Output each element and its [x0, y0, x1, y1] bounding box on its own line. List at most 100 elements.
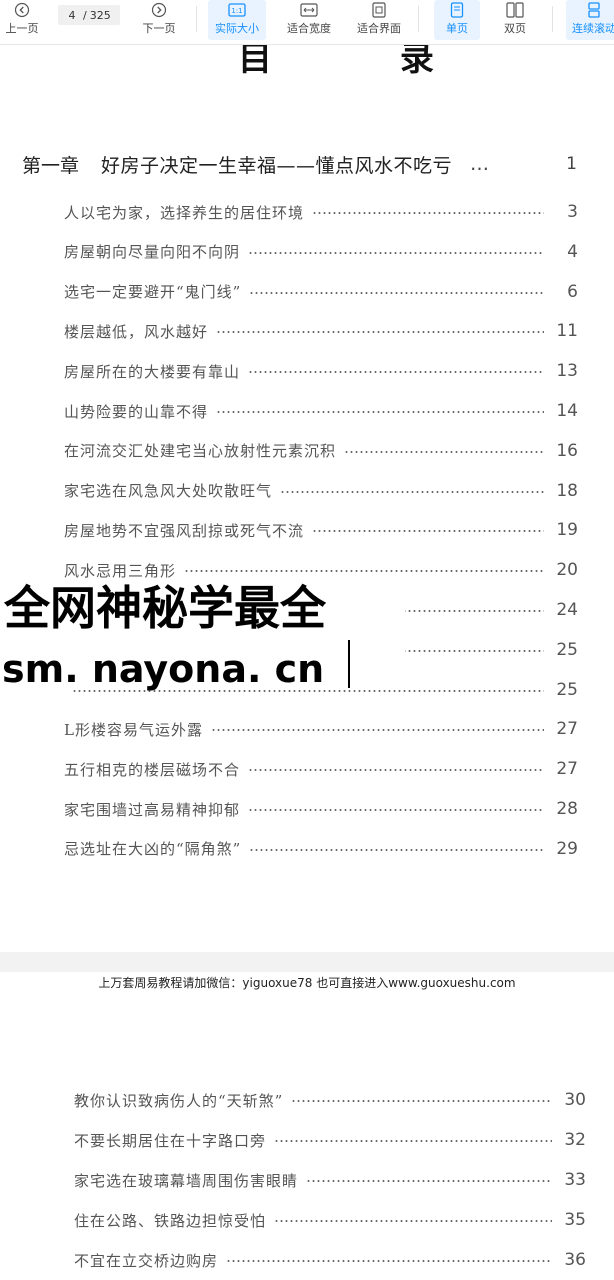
toc-entry[interactable]: 家宅选在风急风大处吹散旺气 18: [64, 480, 578, 502]
toc-page-number: 3: [567, 202, 578, 222]
fit-page-icon: [371, 0, 387, 20]
toc-dot-leader: [248, 809, 544, 811]
page-separator: /: [83, 8, 87, 22]
single-page-button[interactable]: 单页: [434, 0, 480, 40]
toc-dot-leader: [210, 729, 544, 732]
toc-entry[interactable]: 风水忌用三角形 20: [64, 559, 578, 581]
one-to-one-icon: 1:1: [228, 0, 246, 20]
toc-dot-leader: [249, 848, 544, 851]
toc-dot-leader: [249, 291, 544, 294]
toc-page-number: 19: [556, 520, 578, 541]
text-cursor: [348, 640, 350, 688]
page-title: 目 录: [238, 39, 492, 79]
toc-entry-title: 风水忌用三角形: [64, 561, 177, 580]
toc-page-number: 35: [564, 1210, 586, 1230]
toc-entry-title: 住在公路、铁路边担惊受怕: [74, 1211, 267, 1230]
double-page-icon: [506, 0, 524, 20]
toc-entry[interactable]: 房屋地势不宜强风刮掠或死气不流 19: [64, 519, 578, 541]
svg-text:1:1: 1:1: [231, 7, 242, 15]
page-number-input[interactable]: [64, 8, 80, 22]
continuous-scroll-button[interactable]: 连续滚动: [566, 0, 614, 40]
toc-entry[interactable]: 家宅围墙过高易精神抑郁 28: [64, 798, 578, 820]
toc-entry[interactable]: 选宅一定要避开“鬼门线” 6: [64, 281, 578, 303]
toc-page-number: 13: [556, 361, 578, 382]
total-pages: 325: [89, 8, 111, 22]
toc-entry-title: 五行相克的楼层磁场不合: [64, 760, 241, 779]
toc-entry-title: 房屋所在的大楼要有靠山: [64, 362, 241, 381]
chapter-leader: …: [470, 153, 492, 175]
toc-entry[interactable]: L形楼容易气运外露 27: [64, 718, 578, 740]
toc-page-number: 27: [556, 759, 578, 780]
toc-entry[interactable]: 楼层越低，风水越好 11: [64, 320, 578, 342]
toc-entry-title: 在河流交汇处建宅当心放射性元素沉积: [64, 442, 337, 461]
toc-dot-leader: [248, 371, 544, 374]
toc-dot-leader: [344, 450, 544, 453]
toc-page-number: 18: [556, 480, 578, 501]
toc-entry[interactable]: 不宜在立交桥边购房 36: [74, 1249, 586, 1271]
toc-page-number: 14: [556, 401, 578, 421]
actual-size-button[interactable]: 1:1 实际大小: [208, 0, 266, 40]
toc-page-number: 27: [556, 719, 578, 740]
chapter-number: 第一章: [22, 154, 80, 177]
toc-entry[interactable]: 家宅选在玻璃幕墙周围伤害眼睛 33: [74, 1169, 586, 1191]
toc-dot-leader: [280, 490, 544, 493]
toc-entry[interactable]: 在河流交汇处建宅当心放射性元素沉积 16: [64, 440, 578, 462]
toc-entry[interactable]: 不要长期居住在十字路口旁 32: [74, 1129, 586, 1151]
page-header-note: 上万套周易教程请加微信：yiguoxue78 也可直接进入www.guoxues…: [98, 976, 516, 990]
toc-entry[interactable]: 五行相克的楼层磁场不合 27: [64, 758, 578, 780]
toc-entry[interactable]: 房屋朝向尽量向阳不向阴 4: [64, 241, 578, 263]
toc-entry[interactable]: 人以宅为家，选择养生的居住环境 3: [64, 201, 578, 223]
next-page-button[interactable]: 下一页: [138, 0, 180, 40]
fit-page-button[interactable]: 适合界面: [350, 0, 408, 40]
toc-entry[interactable]: 忌选址在大凶的“隔角煞” 29: [64, 838, 578, 860]
chevron-right-circle-icon: [151, 0, 167, 20]
toc-entry-title: 人以宅为家，选择养生的居住环境: [64, 203, 305, 222]
watermark-url: sm. nayona. cn: [2, 647, 325, 691]
toc-page-number: 11: [556, 321, 578, 342]
fit-page-label: 适合界面: [357, 22, 401, 35]
toc-dot-leader: [312, 530, 544, 533]
toc-dot-leader: [216, 331, 544, 334]
toc-dot-leader: [291, 1100, 552, 1102]
toolbar-divider: [552, 6, 553, 32]
page-gap: [0, 952, 614, 972]
double-page-label: 双页: [504, 22, 526, 35]
toc-entry-title: 房屋朝向尽量向阳不向阴: [64, 243, 241, 262]
prev-page-button[interactable]: 上一页: [2, 0, 42, 40]
page-indicator: / 325: [58, 5, 120, 25]
toc-entry-title: 山势险要的山靠不得: [64, 402, 209, 421]
toc-dot-leader: [248, 769, 544, 772]
continuous-scroll-label: 连续滚动: [572, 22, 614, 35]
actual-size-label: 实际大小: [215, 22, 259, 35]
toc-dot-leader: [248, 251, 544, 254]
toc-entry-title: 家宅选在风急风大处吹散旺气: [64, 482, 273, 501]
double-page-button[interactable]: 双页: [492, 0, 538, 40]
toc-page-number: 30: [564, 1090, 586, 1110]
toc-entry[interactable]: 山势险要的山靠不得 14: [64, 400, 578, 422]
fit-width-button[interactable]: 适合宽度: [280, 0, 338, 40]
toc-page-number: 32: [564, 1130, 586, 1150]
toc-dot-leader: [312, 212, 544, 214]
toc-entry[interactable]: 教你认识致病伤人的“天斩煞” 30: [74, 1089, 586, 1111]
toc-page-number: 29: [556, 838, 578, 859]
document-page: 上万套周易教程请加微信：yiguoxue78 也可直接进入www.guoxues…: [0, 972, 614, 1280]
toc-entry-title: 家宅选在玻璃幕墙周围伤害眼睛: [74, 1171, 299, 1190]
toc-entry-title: 家宅围墙过高易精神抑郁: [64, 800, 241, 819]
toc-entry-title: 选宅一定要避开“鬼门线”: [64, 283, 242, 302]
toc-entry-title: L形楼容易气运外露: [64, 720, 203, 739]
single-page-icon: [450, 0, 464, 20]
toolbar-divider: [196, 6, 197, 32]
chapter-heading[interactable]: 第一章 好房子决定一生幸福——懂点风水不吃亏 … 1: [22, 152, 582, 177]
toc-page-number: 28: [556, 799, 578, 819]
document-page: 目 录 第一章 好房子决定一生幸福——懂点风水不吃亏 … 1 人以宅为家，选择养…: [0, 39, 614, 952]
toc-entry[interactable]: 房屋所在的大楼要有靠山 13: [64, 360, 578, 382]
fit-width-icon: [300, 0, 318, 20]
toc-page-number: 20: [556, 560, 578, 581]
prev-page-label: 上一页: [5, 22, 39, 35]
toc-entry-title: 不要长期居住在十字路口旁: [74, 1131, 267, 1150]
toc-entry-title: 不宜在立交桥边购房: [74, 1251, 219, 1270]
toc-page-number: 4: [567, 241, 578, 262]
toc-dot-leader: [274, 1220, 552, 1222]
toc-entry[interactable]: 住在公路、铁路边担惊受怕 35: [74, 1209, 586, 1231]
toc-entry-title: 教你认识致病伤人的“天斩煞”: [74, 1091, 284, 1110]
